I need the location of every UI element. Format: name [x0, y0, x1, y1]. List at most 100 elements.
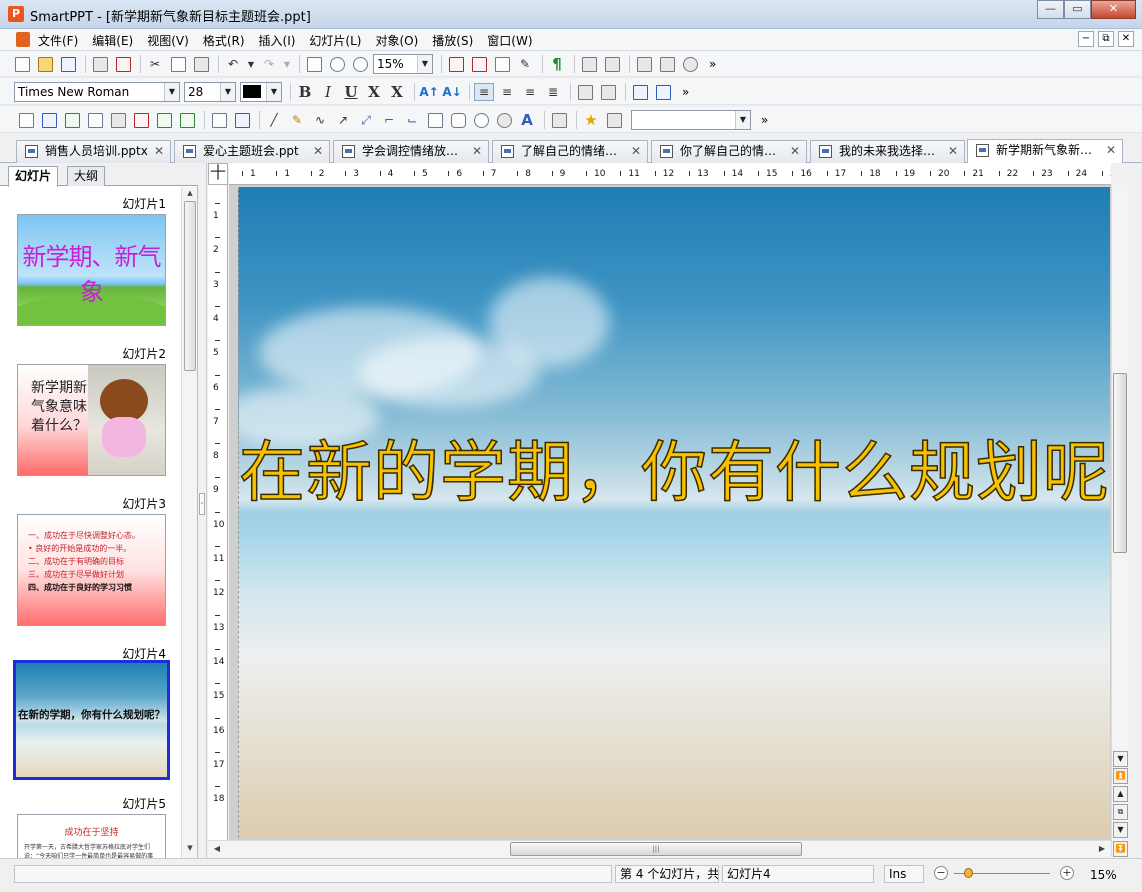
text-art-icon[interactable]: A	[517, 111, 537, 129]
page-number-icon[interactable]	[304, 55, 324, 73]
highlight-icon[interactable]	[469, 55, 489, 73]
justify-icon[interactable]: ≣	[543, 83, 563, 101]
font-size-combo[interactable]: 28 ▼	[184, 82, 236, 102]
first-slide-icon[interactable]: ⏫	[1113, 768, 1128, 784]
increase-font-icon[interactable]: A↑	[419, 83, 439, 101]
previous-slide-icon[interactable]: ▲	[1113, 786, 1128, 802]
insert-text-frame-icon[interactable]	[16, 111, 36, 129]
align-center-icon[interactable]: ≡	[497, 83, 517, 101]
doc-tab[interactable]: 了解自己的情绪… ✕	[492, 140, 648, 163]
menu-file[interactable]: 文件(F)	[38, 32, 78, 49]
menu-insert[interactable]: 插入(I)	[259, 32, 296, 49]
scrollbar-thumb[interactable]: |||	[510, 842, 802, 856]
chart-icon[interactable]	[602, 55, 622, 73]
undo-dropdown-icon[interactable]: ▼	[246, 55, 256, 73]
align-right-icon[interactable]: ≡	[520, 83, 540, 101]
tab-close-icon[interactable]: ✕	[790, 141, 800, 162]
toolbar-more[interactable]: »	[682, 85, 689, 99]
export-pdf-icon[interactable]	[113, 55, 133, 73]
object-properties-icon[interactable]	[604, 111, 624, 129]
bold-button[interactable]: B	[295, 83, 315, 101]
thumbnail-scrollbar[interactable]: ▲ ▼	[181, 187, 197, 858]
arrow-icon[interactable]: ↗	[333, 111, 353, 129]
print-icon[interactable]	[90, 55, 110, 73]
find-icon[interactable]	[350, 55, 370, 73]
zoom-combo[interactable]: 15% ▼	[373, 54, 433, 74]
slide-thumbnail-2[interactable]: 新学期新气象意味着什么？	[17, 364, 166, 476]
increase-indent-icon[interactable]	[598, 83, 618, 101]
tab-close-icon[interactable]: ✕	[154, 141, 164, 162]
current-slide[interactable]: 在新的学期，你有什么规划呢？	[238, 187, 1110, 838]
doc-tab[interactable]: 爱心主题班会.ppt ✕	[174, 140, 330, 163]
decrease-indent-icon[interactable]	[575, 83, 595, 101]
insert-textart-icon[interactable]	[131, 111, 151, 129]
document-menu-icon[interactable]	[16, 32, 30, 47]
menu-object[interactable]: 对象(O)	[375, 32, 418, 49]
menu-edit[interactable]: 编辑(E)	[92, 32, 133, 49]
chevron-down-icon[interactable]: ▼	[164, 83, 179, 101]
pen-icon[interactable]: ✎	[287, 111, 307, 129]
insert-table-icon[interactable]	[39, 111, 59, 129]
paragraph-mark-icon[interactable]: ¶	[547, 55, 567, 73]
italic-button[interactable]: I	[318, 83, 338, 101]
chevron-down-icon[interactable]: ▼	[735, 111, 750, 129]
connector-icon[interactable]: ⤢	[356, 111, 376, 129]
font-color-combo[interactable]: ▼	[240, 82, 282, 102]
redo-dropdown-icon[interactable]: ▼	[282, 55, 292, 73]
chevron-down-icon[interactable]: ▼	[417, 55, 432, 73]
font-name-combo[interactable]: Times New Roman ▼	[14, 82, 180, 102]
doc-restore-button[interactable]: ⧉	[1098, 31, 1114, 47]
tab-close-icon[interactable]: ✕	[313, 141, 323, 162]
zoom-out-button[interactable]: −	[934, 866, 948, 880]
numbered-list-icon[interactable]	[653, 83, 673, 101]
status-insert-mode[interactable]: Ins	[884, 865, 924, 883]
cut-icon[interactable]: ✂	[145, 55, 165, 73]
doc-tab[interactable]: 你了解自己的情… ✕	[651, 140, 807, 163]
paste-icon[interactable]	[191, 55, 211, 73]
curve-icon[interactable]: ∿	[310, 111, 330, 129]
tab-outline[interactable]: 大纲	[67, 166, 106, 186]
tab-close-icon[interactable]: ✕	[948, 141, 958, 162]
tab-close-icon[interactable]: ✕	[1106, 140, 1116, 161]
tab-slides[interactable]: 幻灯片	[8, 166, 59, 187]
close-button[interactable]: ✕	[1091, 0, 1136, 19]
toolbar-more[interactable]: »	[709, 57, 716, 71]
slide-title-text[interactable]: 在新的学期，你有什么规划呢？	[239, 419, 1110, 515]
doc-minimize-button[interactable]: −	[1078, 31, 1094, 47]
format-painter-icon[interactable]: ✎	[515, 55, 535, 73]
zoom-slider[interactable]: − +	[934, 864, 1076, 884]
ellipse-icon[interactable]	[471, 111, 491, 129]
zoom-knob[interactable]	[964, 868, 973, 878]
shape-style-combo[interactable]: ▼	[631, 110, 751, 130]
zoom-in-button[interactable]: +	[1060, 866, 1074, 880]
copy-icon[interactable]	[168, 55, 188, 73]
slide-thumbnail-3[interactable]: 一、成功在于尽快调整好心态。 • 良好的开始是成功的一半。 二、成功在于有明确的…	[17, 514, 166, 626]
insert-page-icon[interactable]	[657, 55, 677, 73]
double-strikethrough-button[interactable]: X	[387, 83, 407, 101]
scroll-down-icon[interactable]: ▼	[1113, 751, 1128, 767]
slide-switch-icon[interactable]: ⧉	[1113, 804, 1128, 820]
insert-audio-icon[interactable]	[232, 111, 252, 129]
last-slide-icon[interactable]: ⏬	[1113, 841, 1128, 857]
line-icon[interactable]: ╱	[264, 111, 284, 129]
star-effect-icon[interactable]: ★	[581, 111, 601, 129]
stack-icon[interactable]	[680, 55, 700, 73]
insert-chart-icon[interactable]	[108, 111, 128, 129]
bullet-list-icon[interactable]	[630, 83, 650, 101]
maximize-button[interactable]: ▭	[1064, 0, 1091, 19]
spell-check-icon[interactable]	[579, 55, 599, 73]
scroll-up-icon[interactable]: ▲	[182, 189, 198, 201]
rounded-rectangle-icon[interactable]	[448, 111, 468, 129]
doc-tab[interactable]: 销售人员培训.pptx ✕	[16, 140, 171, 163]
ruler-corner[interactable]: 十	[208, 163, 228, 185]
tab-close-icon[interactable]: ✕	[631, 141, 641, 162]
shapes-icon[interactable]	[494, 111, 514, 129]
elbow-connector-icon[interactable]: ⌐	[379, 111, 399, 129]
menu-window[interactable]: 窗口(W)	[487, 32, 532, 49]
text-box-icon[interactable]	[492, 55, 512, 73]
last-slide-button[interactable]: ⏬	[1111, 840, 1128, 857]
insert-video-icon[interactable]	[209, 111, 229, 129]
scrollbar-thumb[interactable]	[1113, 373, 1127, 553]
slide-thumbnail-4[interactable]: 在新的学期，你有什么规划呢？	[13, 660, 170, 780]
scroll-right-icon[interactable]: ▶	[1095, 842, 1109, 856]
